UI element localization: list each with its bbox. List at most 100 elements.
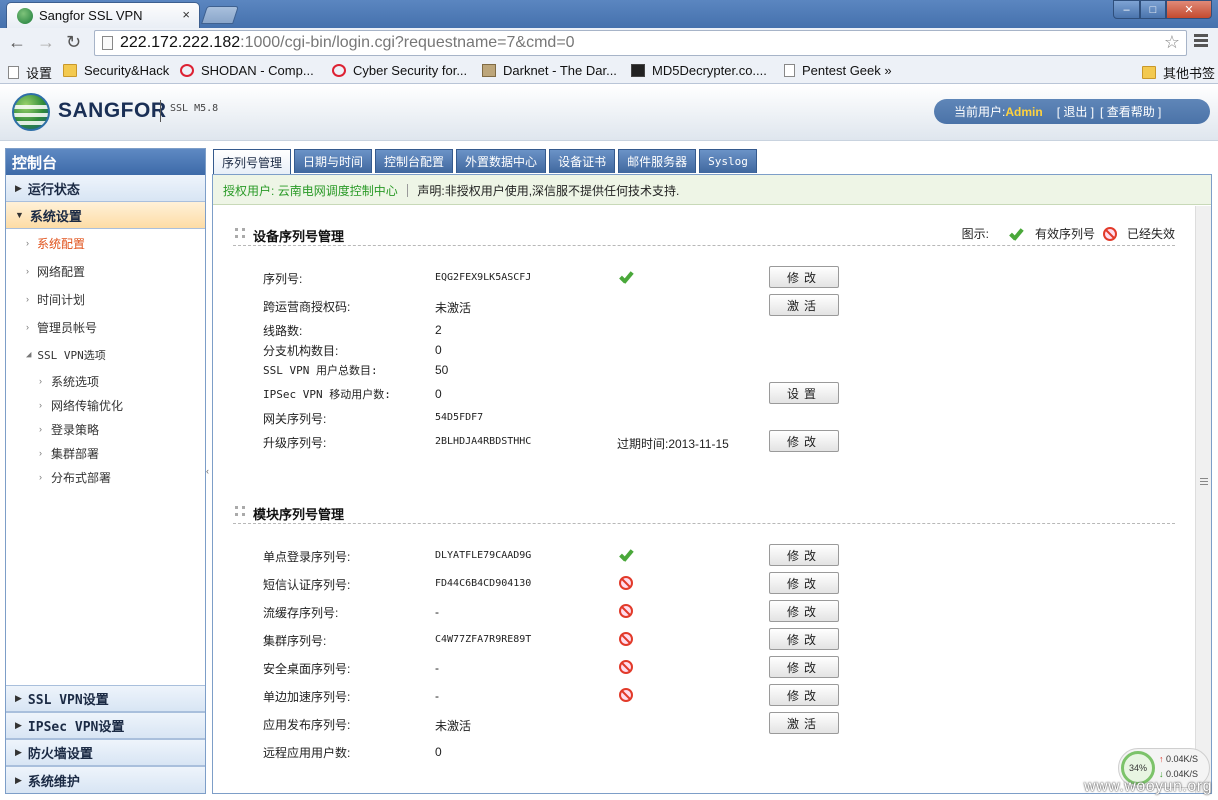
sidebar-section-ipsec-vpn[interactable]: ▶ IPSec VPN设置 bbox=[6, 712, 205, 739]
sidebar-subitem-system-options[interactable]: › 系统选项 bbox=[6, 369, 205, 393]
address-bar[interactable]: 222.172.222.182:1000/cgi-bin/login.cgi?r… bbox=[94, 30, 1187, 56]
modify-button[interactable]: 修改 bbox=[769, 656, 839, 678]
tab-syslog[interactable]: Syslog bbox=[699, 149, 757, 173]
sidebar-subitem-network-optimization[interactable]: › 网络传输优化 bbox=[6, 393, 205, 417]
settings-button[interactable]: 设置 bbox=[769, 382, 839, 404]
current-user-label: 当前用户: bbox=[954, 105, 1006, 119]
forbidden-icon bbox=[619, 688, 633, 702]
chrome-menu-icon[interactable] bbox=[1194, 34, 1208, 49]
sidebar-item-network-config[interactable]: › 网络配置 bbox=[6, 257, 205, 285]
main-panel: 授权用户: 云南电网调度控制中心 声明:非授权用户使用,深信服不提供任何技术支持… bbox=[212, 174, 1212, 794]
divider bbox=[407, 184, 409, 197]
legend-label: 图示: bbox=[961, 227, 989, 241]
back-arrow-icon[interactable]: ← bbox=[8, 32, 26, 53]
statement-text: 声明:非授权用户使用,深信服不提供任何技术支持. bbox=[417, 184, 680, 198]
modify-button[interactable]: 修改 bbox=[769, 572, 839, 594]
activate-button[interactable]: 激活 bbox=[769, 294, 839, 316]
sidebar-item-system-config[interactable]: › 系统配置 bbox=[6, 229, 205, 257]
modify-button[interactable]: 修改 bbox=[769, 684, 839, 706]
serial-value: 0 bbox=[435, 343, 442, 357]
chevron-right-icon: › bbox=[39, 472, 42, 482]
tab-close-icon[interactable]: × bbox=[182, 7, 190, 22]
vertical-scrollbar[interactable] bbox=[1195, 206, 1211, 793]
sidebar-section-maintenance[interactable]: ▶ 系统维护 bbox=[6, 766, 205, 793]
bookmark-security-hack[interactable]: Security&Hack bbox=[63, 63, 169, 78]
maximize-button[interactable]: □ bbox=[1140, 0, 1166, 19]
chevron-right-icon: ▶ bbox=[15, 693, 22, 703]
modify-button[interactable]: 修改 bbox=[769, 430, 839, 452]
logo-text: SANGFOR bbox=[58, 99, 167, 122]
sidebar-subitem-distributed[interactable]: › 分布式部署 bbox=[6, 465, 205, 489]
darknet-icon bbox=[482, 64, 496, 77]
tab-external-datacenter[interactable]: 外置数据中心 bbox=[456, 149, 547, 173]
forbidden-icon bbox=[619, 576, 633, 590]
auth-user-value: 云南电网调度控制中心 bbox=[277, 184, 398, 198]
current-user-name: Admin bbox=[1005, 104, 1043, 119]
sidebar-subitem-login-policy[interactable]: › 登录策略 bbox=[6, 417, 205, 441]
forward-arrow-icon[interactable]: → bbox=[37, 32, 55, 53]
license-notice: 授权用户: 云南电网调度控制中心 声明:非授权用户使用,深信服不提供任何技术支持… bbox=[213, 175, 1211, 205]
sidebar-group-ssl-vpn-options[interactable]: ◢ SSL VPN选项 bbox=[6, 341, 205, 369]
grip-dots-icon bbox=[235, 506, 245, 516]
chevron-right-icon: ▶ bbox=[15, 720, 22, 730]
close-window-button[interactable]: ✕ bbox=[1166, 0, 1212, 19]
bookmark-md5decrypter[interactable]: MD5Decrypter.co.... bbox=[631, 63, 767, 78]
sidebar-bottom-sections: ▶ SSL VPN设置 ▶ IPSec VPN设置 ▶ 防火墙设置 ▶ 系统维护 bbox=[6, 685, 205, 793]
scroll-grip-icon[interactable] bbox=[1200, 478, 1208, 485]
tab-console-config[interactable]: 控制台配置 bbox=[375, 149, 454, 173]
chevron-right-icon: › bbox=[26, 322, 29, 332]
page-icon bbox=[784, 64, 795, 77]
serial-value: FD44C6B4CD904130 bbox=[435, 578, 532, 589]
sidebar-item-schedule[interactable]: › 时间计划 bbox=[6, 285, 205, 313]
sidebar-section-status[interactable]: ▶ 运行状态 bbox=[6, 175, 205, 202]
serial-value: - bbox=[435, 661, 439, 675]
page-icon bbox=[8, 66, 19, 79]
chevron-right-icon: ▶ bbox=[15, 774, 22, 785]
reload-icon[interactable]: ↻ bbox=[66, 32, 81, 53]
logout-link[interactable]: [ 退出 ] bbox=[1057, 103, 1094, 120]
auth-user-label: 授权用户: bbox=[223, 184, 275, 198]
activate-button[interactable]: 激活 bbox=[769, 712, 839, 734]
sidebar-item-admin-accounts[interactable]: › 管理员帐号 bbox=[6, 313, 205, 341]
new-tab-button[interactable] bbox=[201, 6, 239, 24]
shodan-icon bbox=[180, 64, 194, 77]
sidebar-collapse-handle[interactable]: ‹ bbox=[206, 466, 209, 476]
bookmark-star-icon[interactable]: ☆ bbox=[1164, 32, 1180, 53]
bookmark-settings[interactable]: 设置 bbox=[8, 63, 52, 82]
sidebar-section-system-settings[interactable]: ▼ 系统设置 bbox=[6, 202, 205, 229]
modify-button[interactable]: 修改 bbox=[769, 266, 839, 288]
modify-button[interactable]: 修改 bbox=[769, 628, 839, 650]
bookmark-darknet[interactable]: Darknet - The Dar... bbox=[482, 63, 617, 78]
bookmark-cyber-security[interactable]: Cyber Security for... bbox=[332, 63, 467, 78]
bookmark-shodan[interactable]: SHODAN - Comp... bbox=[180, 63, 314, 78]
chevron-right-icon: › bbox=[26, 266, 29, 276]
help-link[interactable]: [ 查看帮助 ] bbox=[1100, 103, 1161, 120]
url-text[interactable]: 222.172.222.182:1000/cgi-bin/login.cgi?r… bbox=[120, 34, 575, 52]
sidebar: 控制台 ▶ 运行状态 ▼ 系统设置 › 系统配置 › 网络配置 › 时间计划 › 管理员帐号… bbox=[5, 148, 206, 794]
status-legend: 图示: 有效序列号 已经失效 bbox=[962, 225, 1175, 242]
bookmark-other[interactable]: 其他书签 bbox=[1142, 63, 1215, 82]
tab-mail-server[interactable]: 邮件服务器 bbox=[618, 149, 697, 173]
serial-value: EQG2FEX9LK5ASCFJ bbox=[435, 272, 532, 283]
serial-value: DLYATFLE79CAAD9G bbox=[435, 550, 532, 561]
tab-device-certificate[interactable]: 设备证书 bbox=[549, 149, 616, 173]
chevron-right-icon: ▶ bbox=[15, 182, 22, 193]
forbidden-icon bbox=[1102, 226, 1117, 241]
browser-tab[interactable]: Sangfor SSL VPN × bbox=[6, 2, 200, 28]
serial-value: - bbox=[435, 605, 439, 619]
minimize-button[interactable]: – bbox=[1113, 0, 1140, 19]
triangle-down-icon: ◢ bbox=[26, 350, 32, 360]
sidebar-subitem-cluster[interactable]: › 集群部署 bbox=[6, 441, 205, 465]
watermark: www.wooyun.org bbox=[1084, 778, 1212, 795]
modify-button[interactable]: 修改 bbox=[769, 544, 839, 566]
serial-value: 2BLHDJA4RBDSTHHC bbox=[435, 436, 532, 447]
sidebar-section-firewall[interactable]: ▶ 防火墙设置 bbox=[6, 739, 205, 766]
tab-date-time[interactable]: 日期与时间 bbox=[294, 149, 373, 173]
forbidden-icon bbox=[619, 660, 633, 674]
bookmark-pentest-geek[interactable]: Pentest Geek » bbox=[784, 63, 892, 78]
serial-value: 0 bbox=[435, 745, 442, 759]
md5-icon bbox=[631, 64, 645, 77]
sidebar-section-ssl-vpn[interactable]: ▶ SSL VPN设置 bbox=[6, 685, 205, 712]
tab-serial-management[interactable]: 序列号管理 bbox=[213, 149, 292, 174]
modify-button[interactable]: 修改 bbox=[769, 600, 839, 622]
